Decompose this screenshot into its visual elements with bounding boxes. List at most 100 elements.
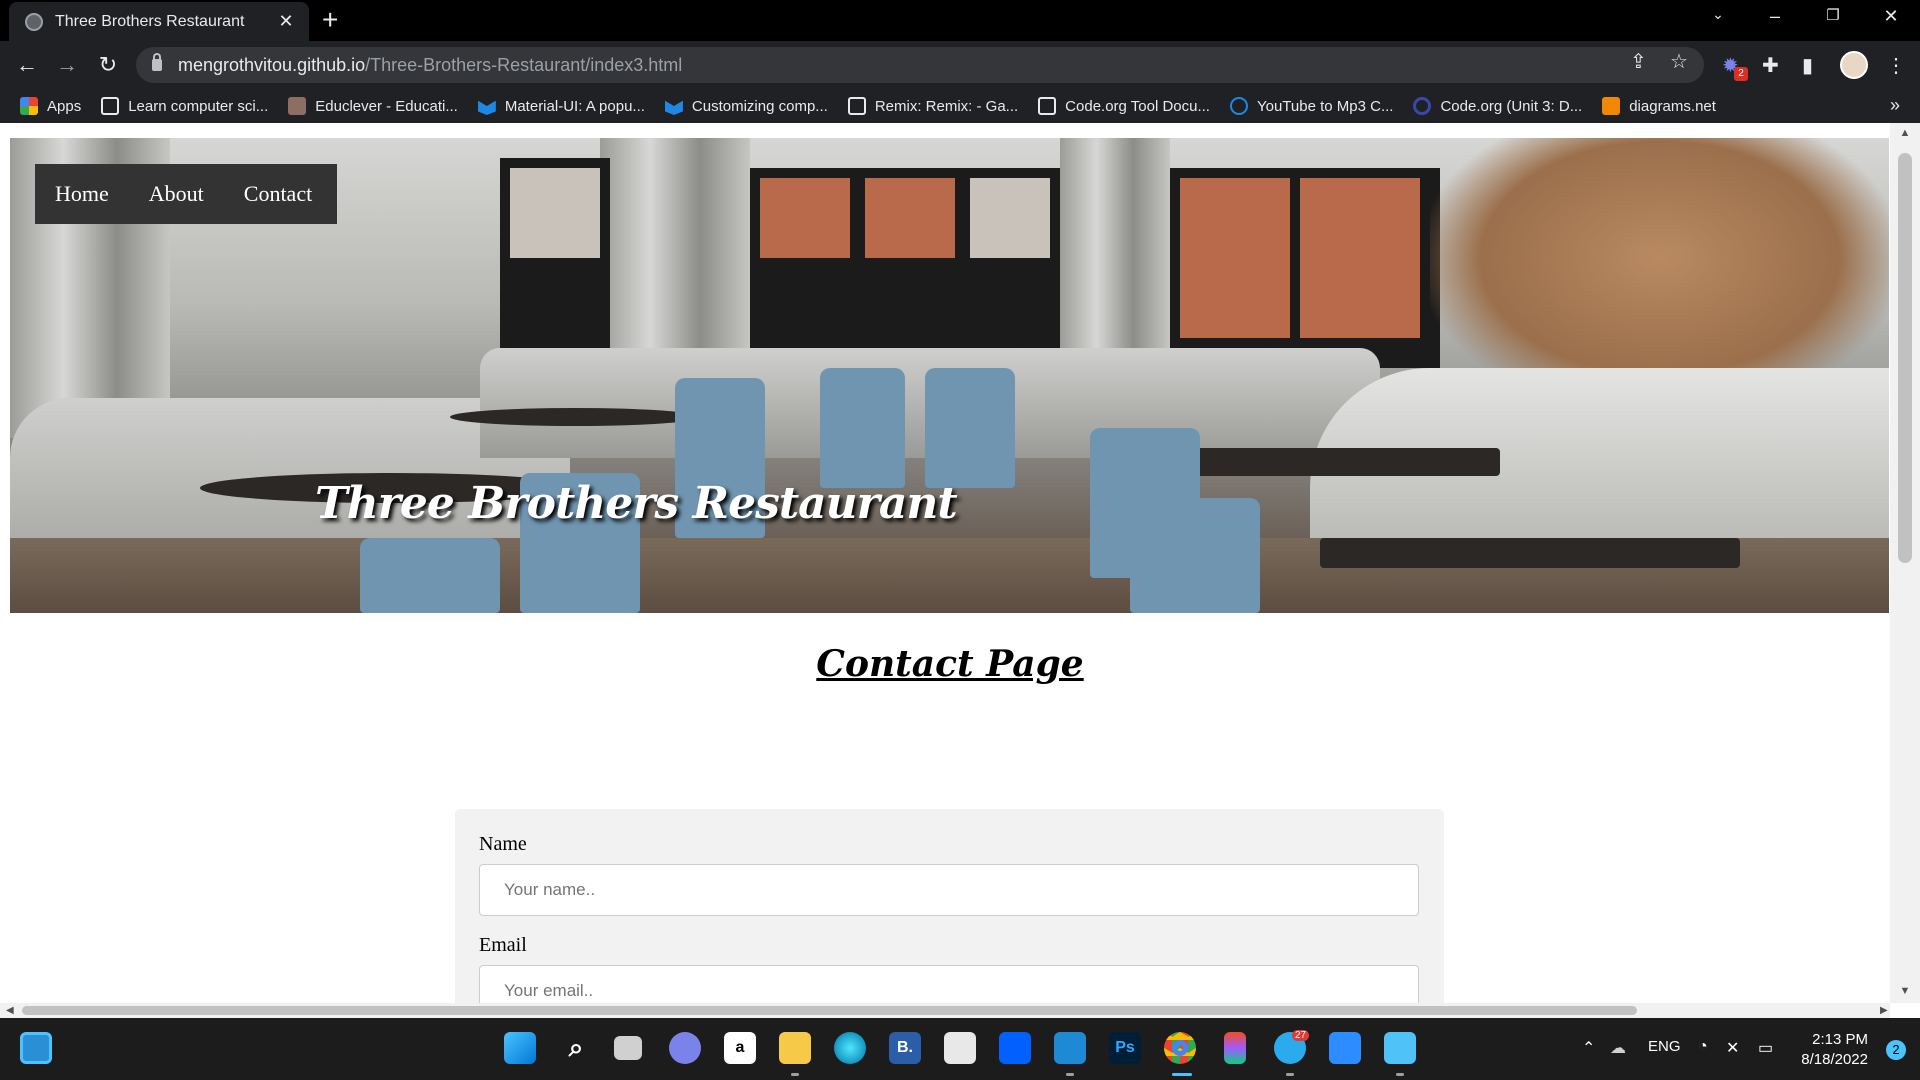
youtube-mp3-icon — [1229, 97, 1248, 115]
window-pane — [1180, 178, 1290, 338]
new-tab-button[interactable]: + — [322, 6, 338, 34]
close-tab-icon[interactable]: ✕ — [275, 11, 297, 32]
diagrams-net-icon — [1602, 97, 1621, 115]
vscode-icon[interactable] — [1054, 1032, 1086, 1064]
volume-muted-icon[interactable]: ✕ — [1726, 1038, 1739, 1058]
tray-overflow-icon[interactable]: ⌃ — [1582, 1038, 1595, 1058]
chair — [1130, 498, 1260, 613]
bookmark-item[interactable]: Learn computer sci... — [101, 97, 268, 115]
scroll-up-icon[interactable]: ▲ — [1890, 127, 1920, 139]
menu-kebab-icon[interactable]: ⋮ — [1886, 53, 1906, 78]
window-pane — [510, 168, 600, 258]
clock-time: 2:13 PM — [1812, 1031, 1868, 1048]
photoshop-icon[interactable]: Ps — [1109, 1032, 1141, 1064]
nav-about-link[interactable]: About — [149, 181, 204, 207]
quizlet-icon — [1413, 97, 1432, 115]
apps-grid-icon — [20, 97, 38, 115]
bookmark-item[interactable]: diagrams.net — [1602, 97, 1716, 115]
window-pane — [760, 178, 850, 258]
extensions-puzzle-icon[interactable]: ✚ — [1762, 53, 1779, 78]
forward-button[interactable]: → — [52, 50, 82, 80]
window-pane — [970, 178, 1050, 258]
code-org-icon — [1038, 97, 1057, 115]
side-panel-icon[interactable]: ▮ — [1802, 53, 1813, 78]
clock-date: 8/18/2022 — [1801, 1051, 1868, 1068]
bookmark-item[interactable]: Educlever - Educati... — [288, 97, 458, 115]
name-input[interactable] — [479, 864, 1419, 916]
code-org-icon — [101, 97, 120, 115]
horizontal-scroll-thumb[interactable] — [22, 1006, 1637, 1015]
bookmark-star-icon[interactable]: ☆ — [1670, 49, 1688, 74]
window-pane — [865, 178, 955, 258]
tab-search-icon[interactable]: ⌄ — [1703, 6, 1733, 23]
window-pane — [1300, 178, 1420, 338]
scroll-left-icon[interactable]: ◀ — [6, 1003, 14, 1018]
bookmark-item[interactable]: YouTube to Mp3 C... — [1229, 97, 1393, 115]
contact-form: Name Email — [455, 809, 1444, 1018]
address-bar[interactable]: mengrothvitou.github.io/Three-Brothers-R… — [136, 47, 1704, 83]
chair — [925, 368, 1015, 488]
hero-title: Three Brothers Restaurant — [315, 478, 958, 529]
amazon-icon[interactable]: a — [724, 1032, 756, 1064]
dropbox-icon[interactable] — [999, 1032, 1031, 1064]
url-host: mengrothvitou.github.io — [178, 54, 366, 75]
name-label: Name — [479, 833, 527, 855]
search-icon[interactable]: ⌕ — [560, 1032, 592, 1064]
minimize-button[interactable]: – — [1760, 6, 1790, 27]
back-button[interactable]: ← — [12, 50, 42, 80]
profile-avatar[interactable] — [1840, 51, 1868, 79]
site-favicon-icon — [25, 12, 43, 31]
educlever-icon — [288, 97, 307, 115]
start-icon[interactable] — [504, 1032, 536, 1064]
tab-title: Three Brothers Restaurant — [55, 12, 245, 30]
email-label: Email — [479, 934, 527, 956]
vertical-scroll-thumb[interactable] — [1898, 153, 1912, 563]
store-icon[interactable] — [944, 1032, 976, 1064]
page-viewport: Home About Contact Three Brothers Restau… — [0, 123, 1920, 1018]
zoom-icon[interactable] — [1329, 1032, 1361, 1064]
lock-icon — [152, 53, 162, 71]
reload-button[interactable]: ↻ — [93, 50, 123, 80]
horizontal-scrollbar[interactable]: ◀ ▶ — [0, 1003, 1890, 1018]
task-view-icon[interactable] — [614, 1036, 642, 1060]
figma-icon[interactable] — [1224, 1032, 1246, 1064]
battery-icon[interactable]: ▭ — [1758, 1038, 1773, 1058]
bookmarks-bar: Apps Learn computer sci... Educlever - E… — [0, 89, 1920, 123]
scroll-right-icon[interactable]: ▶ — [1880, 1003, 1888, 1018]
bookmark-item[interactable]: Code.org (Unit 3: D... — [1413, 97, 1582, 115]
restore-button[interactable]: ❐ — [1818, 6, 1848, 24]
bookmark-item[interactable]: Material-UI: A popu... — [477, 97, 645, 115]
onedrive-icon[interactable]: ☁ — [1610, 1038, 1626, 1058]
bookmark-item[interactable]: Code.org Tool Docu... — [1038, 97, 1210, 115]
vertical-scrollbar[interactable]: ▲ ▼ — [1890, 123, 1920, 1003]
notepad-icon[interactable] — [1384, 1032, 1416, 1064]
notification-badge[interactable]: 2 — [1886, 1040, 1906, 1060]
table — [1320, 538, 1740, 568]
edge-icon[interactable] — [834, 1032, 866, 1064]
page-title: Contact Page — [816, 643, 1084, 685]
close-window-button[interactable]: ✕ — [1876, 6, 1906, 27]
bookmarks-overflow-icon[interactable]: » — [1890, 95, 1900, 116]
teams-chat-icon[interactable] — [669, 1032, 701, 1064]
system-clock[interactable]: 2:13 PM 8/18/2022 — [1801, 1030, 1868, 1070]
widgets-icon[interactable] — [20, 1032, 52, 1064]
telegram-badge: 27 — [1292, 1030, 1310, 1041]
code-org-icon — [847, 97, 866, 115]
file-explorer-icon[interactable] — [779, 1032, 811, 1064]
scroll-down-icon[interactable]: ▼ — [1890, 985, 1920, 997]
nav-home-link[interactable]: Home — [55, 181, 109, 207]
bookmark-item[interactable]: Remix: Remix: - Ga... — [847, 97, 1018, 115]
bookmark-apps[interactable]: Apps — [20, 97, 81, 115]
table — [1190, 448, 1500, 476]
bookmark-item[interactable]: Customizing comp... — [664, 97, 828, 115]
booking-icon[interactable]: B. — [889, 1032, 921, 1064]
browser-tab[interactable]: Three Brothers Restaurant ✕ — [9, 2, 309, 41]
chrome-icon[interactable] — [1164, 1032, 1196, 1064]
wifi-icon[interactable]: ◔ — [1698, 1038, 1708, 1056]
share-icon[interactable]: ⇪ — [1630, 49, 1647, 74]
extension-badge: 2 — [1734, 67, 1748, 81]
nav-contact-link[interactable]: Contact — [244, 181, 312, 207]
table — [450, 408, 700, 426]
chair — [360, 538, 500, 613]
language-indicator[interactable]: ENG — [1648, 1038, 1681, 1055]
